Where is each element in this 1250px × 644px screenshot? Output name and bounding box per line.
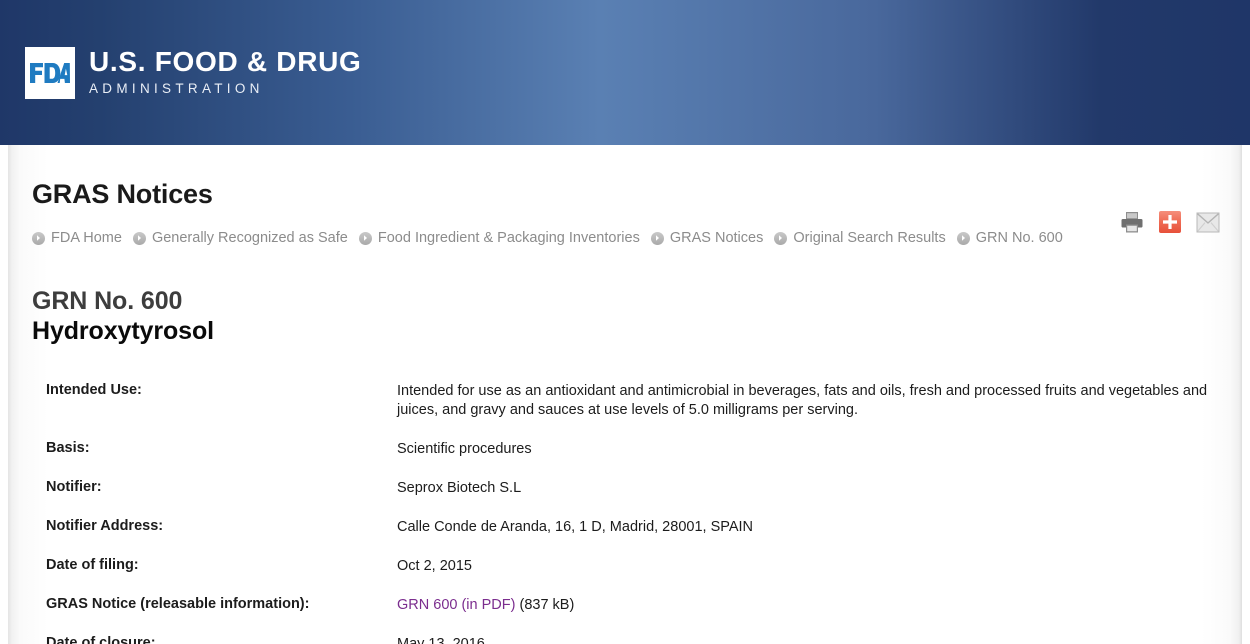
page-tools: [1120, 210, 1220, 234]
table-row: Intended Use: Intended for use as an ant…: [32, 382, 1218, 440]
breadcrumb-item-original-search-results[interactable]: Original Search Results: [774, 228, 945, 249]
grn-heading: GRN No. 600 Hydroxytyrosol: [32, 287, 1218, 346]
breadcrumb-label: GRN No. 600: [976, 228, 1063, 249]
chevron-right-circle-icon: [359, 232, 372, 245]
table-row-date-of-closure: Date of closure: May 13, 2016: [32, 635, 1218, 644]
row-value: May 13, 2016: [397, 635, 1218, 644]
page-title: GRAS Notices: [32, 163, 1218, 210]
row-value: Intended for use as an antioxidant and a…: [397, 382, 1218, 440]
table-row: Basis: Scientific procedures: [32, 440, 1218, 479]
row-value: Calle Conde de Aranda, 16, 1 D, Madrid, …: [397, 518, 1218, 557]
row-value: Seprox Biotech S.L: [397, 479, 1218, 518]
share-plus-icon[interactable]: [1158, 210, 1182, 234]
breadcrumb-label: Original Search Results: [793, 228, 945, 249]
table-row-gras-notice: GRAS Notice (releasable information): GR…: [32, 596, 1218, 635]
gras-notice-pdf-link[interactable]: GRN 600 (in PDF): [397, 597, 515, 613]
table-row: Date of filing: Oct 2, 2015: [32, 557, 1218, 596]
gras-notice-file-size-value: (837 kB): [519, 597, 574, 613]
chevron-right-circle-icon: [651, 232, 664, 245]
grn-substance-name: Hydroxytyrosol: [32, 317, 1218, 347]
fda-logo-mark-icon: [25, 47, 75, 99]
table-row: Notifier: Seprox Biotech S.L: [32, 479, 1218, 518]
grn-detail-table: Intended Use: Intended for use as an ant…: [32, 382, 1218, 644]
breadcrumb-item-fda-home[interactable]: FDA Home: [32, 228, 122, 249]
email-icon[interactable]: [1196, 212, 1220, 233]
breadcrumb-item-grn-no-600[interactable]: GRN No. 600: [957, 228, 1063, 249]
row-label: Date of closure:: [32, 635, 397, 644]
site-masthead: U.S. FOOD & DRUG ADMINISTRATION: [0, 0, 1250, 145]
agency-name-line-1: U.S. FOOD & DRUG: [89, 47, 362, 76]
page-body: GRAS Notices FDA Home Generally Recogniz…: [0, 145, 1250, 644]
print-icon[interactable]: [1120, 211, 1144, 234]
row-label: Basis:: [32, 440, 397, 479]
row-value: Oct 2, 2015: [397, 557, 1218, 596]
chevron-right-circle-icon: [32, 232, 45, 245]
chevron-right-circle-icon: [133, 232, 146, 245]
chevron-right-circle-icon: [774, 232, 787, 245]
table-row: Notifier Address: Calle Conde de Aranda,…: [32, 518, 1218, 557]
breadcrumb-item-generally-recognized-as-safe[interactable]: Generally Recognized as Safe: [133, 228, 348, 249]
breadcrumb-label: Generally Recognized as Safe: [152, 228, 348, 249]
row-label: Notifier:: [32, 479, 397, 518]
content-frame: GRAS Notices FDA Home Generally Recogniz…: [8, 145, 1242, 644]
row-value: GRN 600 (in PDF) (837 kB): [397, 596, 1218, 635]
breadcrumb-item-gras-notices[interactable]: GRAS Notices: [651, 228, 763, 249]
grn-number: GRN No. 600: [32, 287, 1218, 317]
row-label: GRAS Notice (releasable information):: [32, 596, 397, 635]
breadcrumb-item-food-ingredient-packaging-inventories[interactable]: Food Ingredient & Packaging Inventories: [359, 228, 640, 249]
chevron-right-circle-icon: [957, 232, 970, 245]
breadcrumb: FDA Home Generally Recognized as Safe Fo…: [32, 228, 1107, 250]
agency-name-line-2: ADMINISTRATION: [89, 79, 362, 99]
row-label: Notifier Address:: [32, 518, 397, 557]
fda-logo[interactable]: U.S. FOOD & DRUG ADMINISTRATION: [25, 47, 362, 100]
breadcrumb-label: FDA Home: [51, 228, 122, 249]
breadcrumb-label: Food Ingredient & Packaging Inventories: [378, 228, 640, 249]
agency-name: U.S. FOOD & DRUG ADMINISTRATION: [89, 47, 362, 100]
row-label: Date of filing:: [32, 557, 397, 596]
row-value: Scientific procedures: [397, 440, 1218, 479]
breadcrumb-label: GRAS Notices: [670, 228, 763, 249]
row-label: Intended Use:: [32, 382, 397, 440]
